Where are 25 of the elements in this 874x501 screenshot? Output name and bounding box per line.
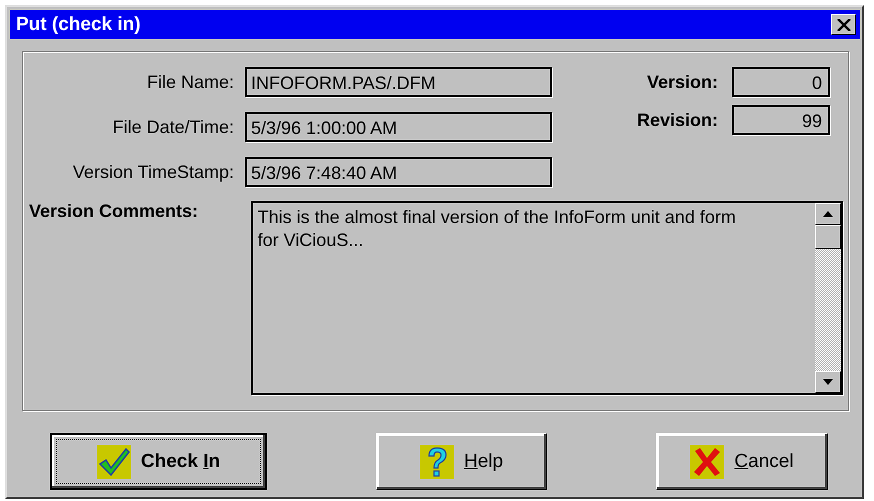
number-field[interactable]: 0: [732, 67, 830, 97]
scroll-thumb[interactable]: [815, 225, 841, 249]
field-label: Version TimeStamp:: [72, 162, 234, 182]
question-mark-icon: [420, 444, 454, 478]
down-arrow-icon[interactable]: [823, 379, 833, 385]
text-field[interactable]: 5/3/96 1:00:00 AM: [245, 112, 552, 142]
field-label: File Name:: [146, 72, 234, 92]
field-label: Version Comments:: [28, 201, 200, 222]
field-label: Revision:: [636, 110, 718, 130]
help-button[interactable]: Help: [376, 433, 547, 490]
field-label: File Date/Time:: [112, 116, 234, 138]
checkmark-icon: [96, 444, 131, 478]
number-field[interactable]: 99: [732, 105, 830, 135]
up-arrow-icon[interactable]: [823, 211, 833, 217]
field-label: Version:: [646, 72, 718, 92]
cancel-button[interactable]: Cancel: [656, 433, 828, 490]
scrollbar[interactable]: [815, 203, 841, 393]
check-button[interactable]: Check In: [50, 433, 267, 490]
text-field[interactable]: 5/3/96 7:48:40 AM: [245, 157, 552, 187]
close-icon: [836, 18, 850, 30]
close-button[interactable]: [831, 14, 856, 35]
cross-icon: [690, 444, 724, 478]
text-field[interactable]: INFOFORM.PAS/.DFM: [245, 67, 552, 97]
comments-field[interactable]: This is the almost final version of the InfoForm unit and form for ViCiouS...: [250, 201, 843, 395]
window-title: Put (check in): [16, 14, 141, 36]
